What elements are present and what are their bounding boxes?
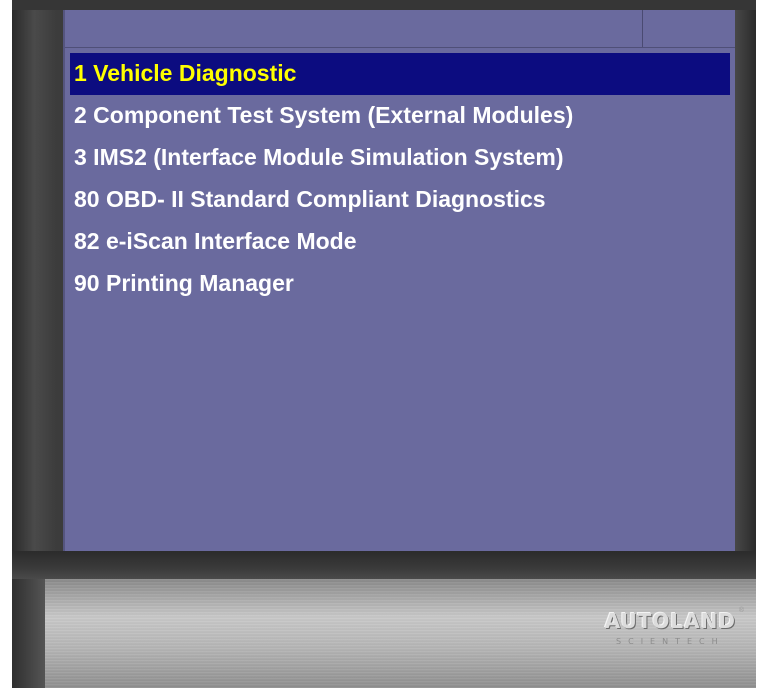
title-bar-divider [642,10,643,47]
menu-item-vehicle-diagnostic[interactable]: 1 Vehicle Diagnostic [70,53,730,95]
title-bar [65,10,735,48]
menu-item-e-iscan-interface[interactable]: 82 e-iScan Interface Mode [70,221,730,263]
screen: 1 Vehicle Diagnostic 2 Component Test Sy… [63,10,735,551]
logo-text: AUTOLAND [604,609,736,633]
screen-bottom-bezel [12,551,756,579]
brushed-metal-panel: AUTOLAND SCIENTECH ® [45,579,756,688]
autoland-logo: AUTOLAND SCIENTECH ® [604,607,744,646]
menu-item-printing-manager[interactable]: 90 Printing Manager [70,263,730,305]
device-top-bezel [12,0,756,10]
registered-mark: ® [738,607,744,614]
main-menu: 1 Vehicle Diagnostic 2 Component Test Sy… [70,53,730,305]
menu-item-component-test-system[interactable]: 2 Component Test System (External Module… [70,95,730,137]
device-left-edge [12,579,45,688]
menu-item-ims2[interactable]: 3 IMS2 (Interface Module Simulation Syst… [70,137,730,179]
menu-item-obd2-diagnostics[interactable]: 80 OBD- II Standard Compliant Diagnostic… [70,179,730,221]
scan-tool-device: 1 Vehicle Diagnostic 2 Component Test Sy… [12,0,756,688]
logo-subtext: SCIENTECH [616,637,725,646]
